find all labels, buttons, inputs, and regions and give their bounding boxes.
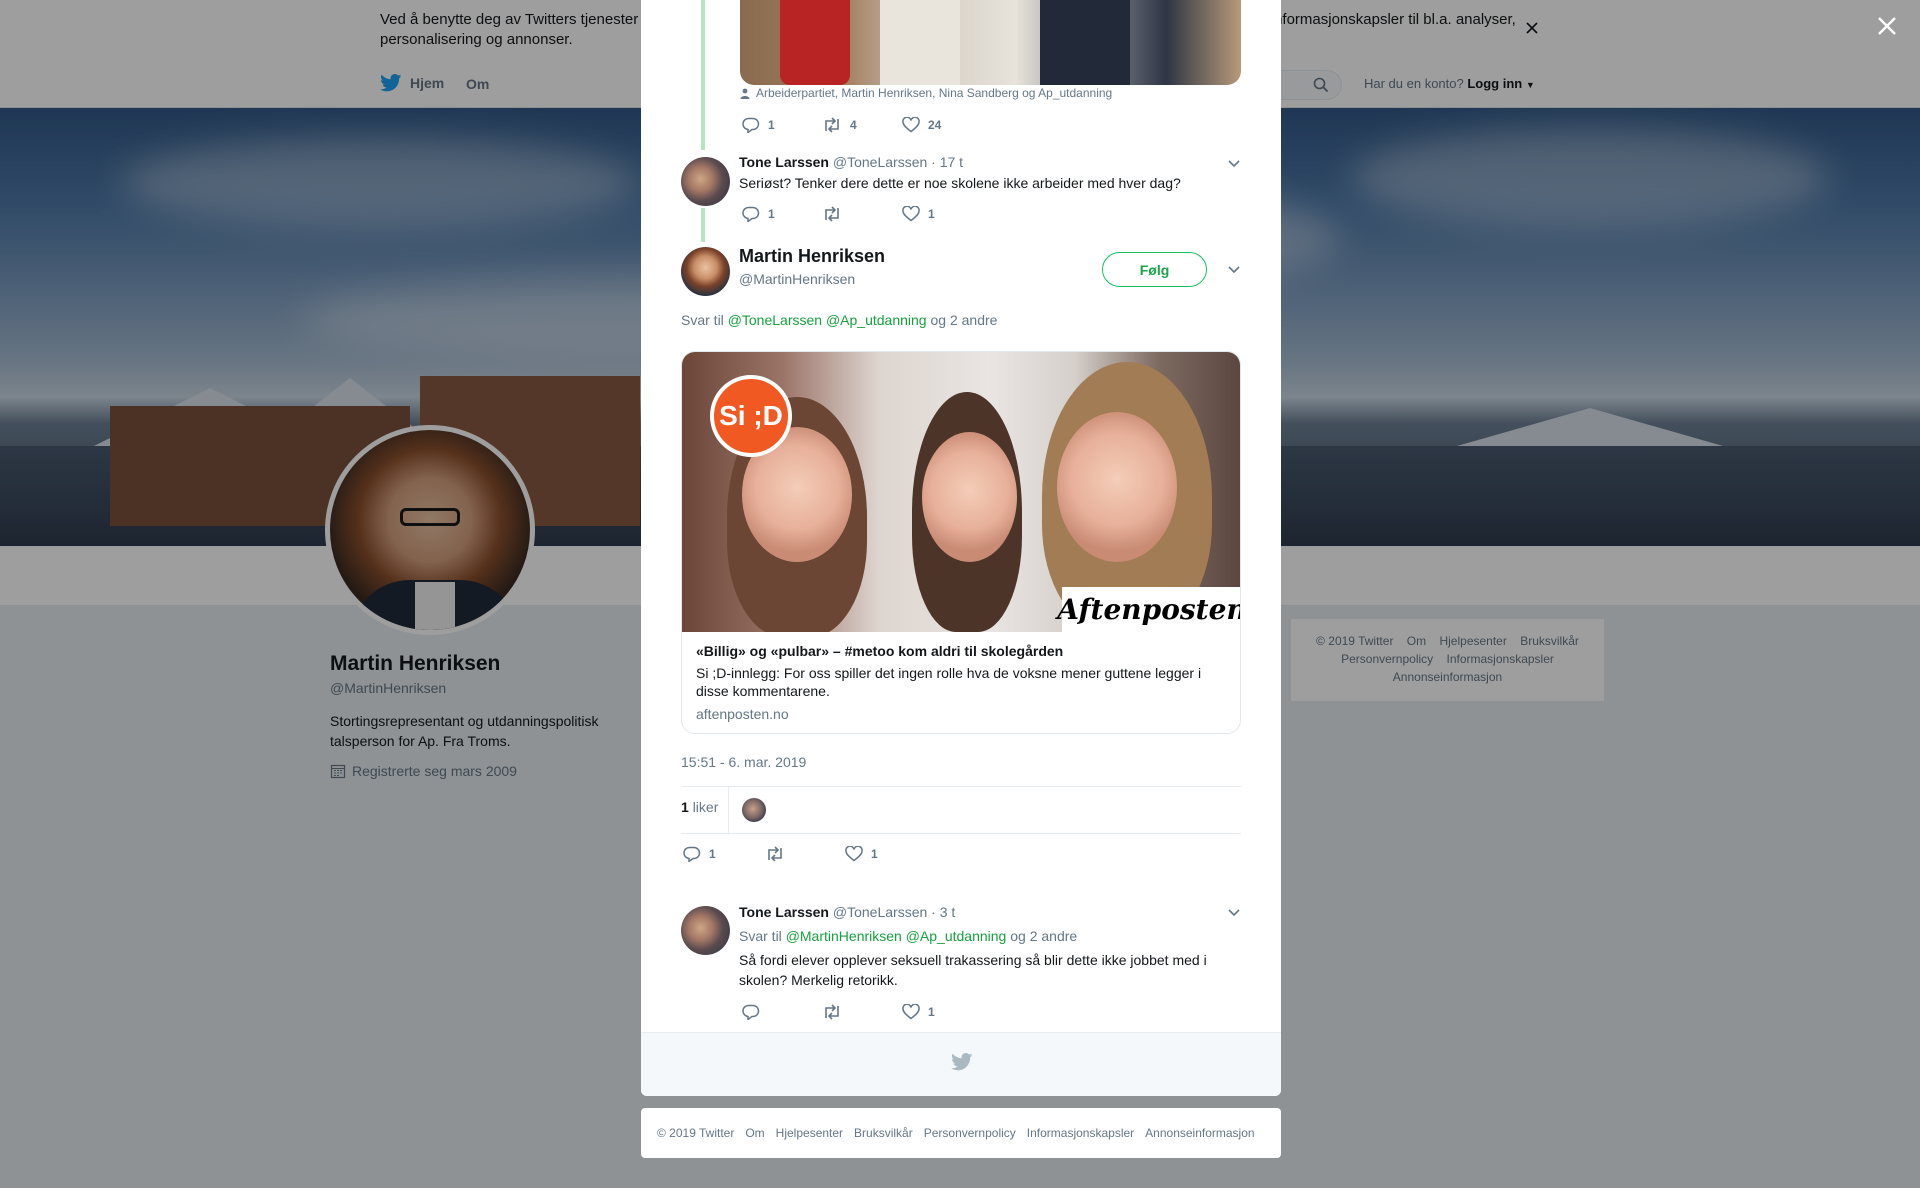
like-button[interactable]: 24	[902, 117, 982, 133]
tweet-author-handle[interactable]: @ToneLarssen	[833, 154, 927, 170]
reply-button[interactable]: 1	[683, 846, 765, 862]
like-count: 24	[928, 118, 942, 132]
close-icon[interactable]	[1875, 14, 1899, 38]
tweet-header: Tone Larssen @ToneLarssen · 17 t	[739, 154, 963, 170]
reply-icon	[683, 846, 701, 862]
reply-count: 1	[768, 207, 775, 221]
user-icon	[740, 88, 750, 99]
reply-button[interactable]	[742, 1004, 822, 1020]
divider	[728, 787, 729, 833]
like-button[interactable]: 1	[845, 846, 925, 862]
reply-context: Svar til @ToneLarssen @Ap_utdanning og 2…	[681, 312, 997, 328]
footer-ads-link[interactable]: Annonseinformasjon	[1145, 1126, 1254, 1140]
like-count: 1	[928, 1005, 935, 1019]
retweet-icon	[825, 206, 839, 222]
reply-others[interactable]: og 2 andre	[930, 312, 997, 328]
reply-prefix: Svar til	[681, 312, 724, 328]
reply-context: Svar til @MartinHenriksen @Ap_utdanning …	[739, 928, 1077, 944]
tweet-time[interactable]: · 17 t	[931, 154, 963, 170]
chevron-down-icon[interactable]	[1227, 159, 1241, 169]
retweet-icon	[768, 846, 782, 862]
footer-cookies-link[interactable]: Informasjonskapsler	[1027, 1126, 1134, 1140]
tweet-text: Så fordi elever opplever seksuell trakas…	[739, 952, 1207, 988]
footer-help-link[interactable]: Hjelpesenter	[776, 1126, 843, 1140]
tweet-actions: 1 4 24	[742, 117, 982, 133]
tweet-text: Seriøst? Tenker dere dette er noe skolen…	[739, 175, 1181, 191]
retweet-button[interactable]	[822, 206, 902, 222]
main-tweet-author-handle[interactable]: @MartinHenriksen	[739, 271, 855, 287]
tweet-author-avatar[interactable]	[681, 157, 730, 206]
footer-terms-link[interactable]: Bruksvilkår	[854, 1126, 913, 1140]
liker-avatar[interactable]	[742, 798, 766, 822]
reply-button[interactable]: 1	[742, 206, 822, 222]
like-button[interactable]: 1	[902, 206, 982, 222]
si-badge-logo: Si ;D	[710, 375, 792, 457]
modal-footer: © 2019 Twitter Om Hjelpesenter Bruksvilk…	[641, 1108, 1281, 1158]
footer-privacy-link[interactable]: Personvernpolicy	[924, 1126, 1016, 1140]
retweet-button[interactable]	[765, 846, 845, 862]
chevron-down-icon[interactable]	[1227, 908, 1241, 918]
retweet-icon	[825, 1004, 839, 1020]
link-preview-card[interactable]: Si ;D Aftenposten «Billig» og «pulbar» –…	[681, 351, 1241, 734]
retweet-button[interactable]: 4	[822, 117, 902, 133]
aftenposten-logo: Aftenposten	[1057, 587, 1240, 632]
mention-link[interactable]: @Ap_utdanning	[826, 312, 927, 328]
tweet-photo[interactable]	[740, 0, 1241, 85]
tweet-timestamp[interactable]: 15:51 - 6. mar. 2019	[681, 754, 806, 770]
main-tweet-author-avatar[interactable]	[681, 247, 730, 296]
thread-line	[701, 208, 705, 242]
like-button[interactable]: 1	[902, 1004, 982, 1020]
heart-icon	[902, 1004, 920, 1020]
heart-icon	[902, 117, 920, 133]
reply-count: 1	[709, 847, 716, 861]
like-count: 1	[871, 847, 878, 861]
card-title: «Billig» og «pulbar» – #metoo kom aldri …	[696, 643, 1064, 659]
tweet-actions: 1	[742, 1004, 982, 1020]
divider	[681, 786, 1241, 787]
twitter-bird-icon	[951, 1053, 973, 1071]
reply-icon	[742, 1004, 760, 1020]
heart-icon	[902, 206, 920, 222]
mention-link[interactable]: @MartinHenriksen	[786, 928, 902, 944]
footer-copyright: © 2019 Twitter	[657, 1126, 735, 1140]
tweet-header: Tone Larssen @ToneLarssen · 3 t	[739, 904, 955, 920]
tagged-users-text: Arbeiderpartiet, Martin Henriksen, Nina …	[756, 86, 1113, 100]
thread-line	[701, 0, 705, 150]
follow-button[interactable]: Følg	[1102, 252, 1207, 287]
reply-prefix: Svar til	[739, 928, 782, 944]
reply-icon	[742, 117, 760, 133]
retweet-button[interactable]	[822, 1004, 902, 1020]
retweet-count: 4	[850, 118, 857, 132]
heart-icon	[845, 846, 863, 862]
footer-about-link[interactable]: Om	[745, 1126, 764, 1140]
tweet-author-name[interactable]: Tone Larssen	[739, 904, 829, 920]
mention-link[interactable]: @ToneLarssen	[728, 312, 822, 328]
likes-summary[interactable]: 1 liker	[681, 799, 718, 815]
tweet-permalink-modal: Arbeiderpartiet, Martin Henriksen, Nina …	[641, 0, 1281, 1096]
modal-bottom-bar	[641, 1032, 1281, 1096]
card-description: Si ;D-innlegg: For oss spiller det ingen…	[696, 665, 1202, 699]
retweet-icon	[825, 117, 839, 133]
tweet-author-handle[interactable]: @ToneLarssen	[833, 904, 927, 920]
tweet-author-name[interactable]: Tone Larssen	[739, 154, 829, 170]
tweet-time[interactable]: · 3 t	[931, 904, 955, 920]
divider	[681, 833, 1241, 834]
card-domain: aftenposten.no	[696, 706, 789, 722]
chevron-down-icon[interactable]	[1227, 265, 1241, 275]
main-tweet-author-name[interactable]: Martin Henriksen	[739, 246, 885, 267]
tweet-actions: 1 1	[742, 206, 982, 222]
tweet-actions: 1 1	[683, 846, 925, 862]
reply-count: 1	[768, 118, 775, 132]
card-image: Si ;D Aftenposten	[682, 352, 1240, 632]
like-count: 1	[928, 207, 935, 221]
likes-word: liker	[692, 799, 719, 815]
tweet-author-avatar[interactable]	[681, 906, 730, 955]
mention-link[interactable]: @Ap_utdanning	[906, 928, 1007, 944]
reply-button[interactable]: 1	[742, 117, 822, 133]
tagged-users[interactable]: Arbeiderpartiet, Martin Henriksen, Nina …	[740, 86, 1112, 100]
reply-others[interactable]: og 2 andre	[1010, 928, 1077, 944]
likes-number: 1	[681, 799, 689, 815]
reply-icon	[742, 206, 760, 222]
